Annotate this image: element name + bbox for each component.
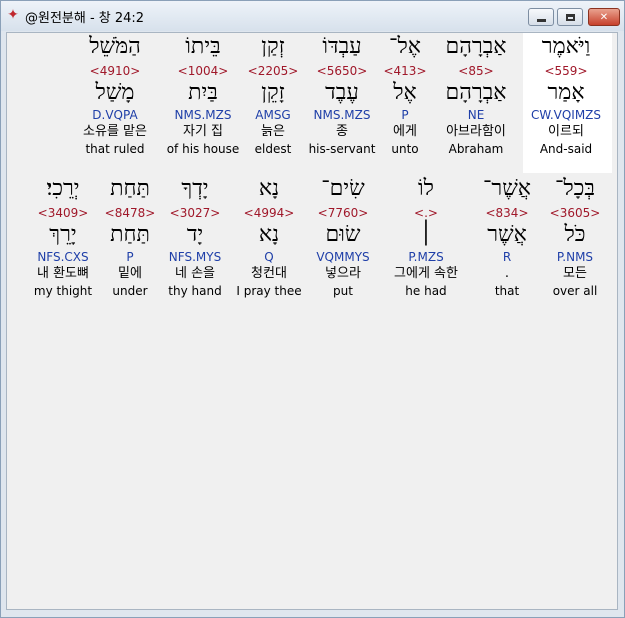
hebrew-lemma: אָמַר (547, 80, 585, 105)
maximize-button[interactable] (557, 8, 583, 26)
korean-gloss: 이르되 (548, 124, 584, 139)
english-gloss: And-said (539, 142, 593, 156)
close-icon: ✕ (599, 11, 609, 23)
korean-gloss: 그에게 속한 (394, 266, 458, 281)
minimize-icon (536, 18, 546, 22)
word-cell[interactable]: לוֹ <.> ׀ P.MZS 그에게 속한 he had (378, 175, 474, 299)
hebrew-word: יְרֵכִי׃ (46, 176, 80, 201)
parsing-code: CW.VQIMZS (530, 108, 602, 122)
strong-number: <3409> (37, 206, 89, 220)
hebrew-lemma: ׀ (419, 222, 433, 247)
hebrew-word: בֵּיתוֹ (185, 34, 221, 59)
strong-number: <4910> (89, 64, 141, 78)
hebrew-lemma: בַּיִת (188, 80, 218, 105)
word-cell[interactable]: בֵּיתוֹ <1004> בַּיִת NMS.MZS 자기 집 of his hou… (155, 33, 251, 157)
word-cell[interactable]: הַמֹּשֵׁל <4910> מָשַׁל D.VQPA 소유를 맡은 that ru… (67, 33, 163, 157)
parsing-code: NFS.CXS (37, 250, 89, 264)
parsing-code: D.VQPA (92, 108, 138, 122)
english-gloss: my thight (33, 284, 93, 298)
minimize-button[interactable] (528, 8, 554, 26)
english-gloss: that ruled (85, 142, 145, 156)
title-bar[interactable]: ✦ @원전분해 - 창 24:2 ✕ (1, 1, 624, 31)
hebrew-lemma: מָשַׁל (95, 80, 135, 105)
parsing-code: P.MZS (408, 250, 444, 264)
word-cell[interactable]: יְרֵכִי׃ <3409> יָרֵךְ NFS.CXS 내 환도뼈 my thigh… (15, 175, 111, 299)
hebrew-word: הַמֹּשֵׁל (89, 34, 141, 59)
word-cell[interactable]: וַיֹּאמֶר <559> אָמַר CW.VQIMZS 이르되 And-said (518, 33, 614, 157)
english-gloss: he had (405, 284, 447, 298)
strong-number: <.> (414, 206, 438, 220)
hebrew-lemma: יָרֵךְ (49, 222, 77, 247)
korean-gloss: 자기 집 (182, 124, 223, 139)
hebrew-word: וַיֹּאמֶר (541, 34, 591, 59)
english-gloss: of his house (166, 142, 240, 156)
app-window: ✦ @원전분해 - 창 24:2 ✕ וַיֹּאמֶר <559> אָמַר CW… (0, 0, 625, 618)
korean-gloss: 소유를 맡은 (83, 124, 147, 139)
hebrew-word: לוֹ (418, 176, 434, 201)
interlinear-view[interactable]: וַיֹּאמֶר <559> אָמַר CW.VQIMZS 이르되 And-said א… (6, 32, 618, 610)
book-icon[interactable]: ✦ (5, 7, 21, 23)
window-title: @원전분해 - 창 24:2 (25, 11, 145, 26)
maximize-icon (565, 13, 575, 21)
korean-gloss: 내 환도뼈 (37, 266, 89, 281)
close-button[interactable]: ✕ (588, 8, 620, 26)
strong-number: <559> (544, 64, 588, 78)
parsing-code: NMS.MZS (174, 108, 232, 122)
strong-number: <1004> (177, 64, 229, 78)
